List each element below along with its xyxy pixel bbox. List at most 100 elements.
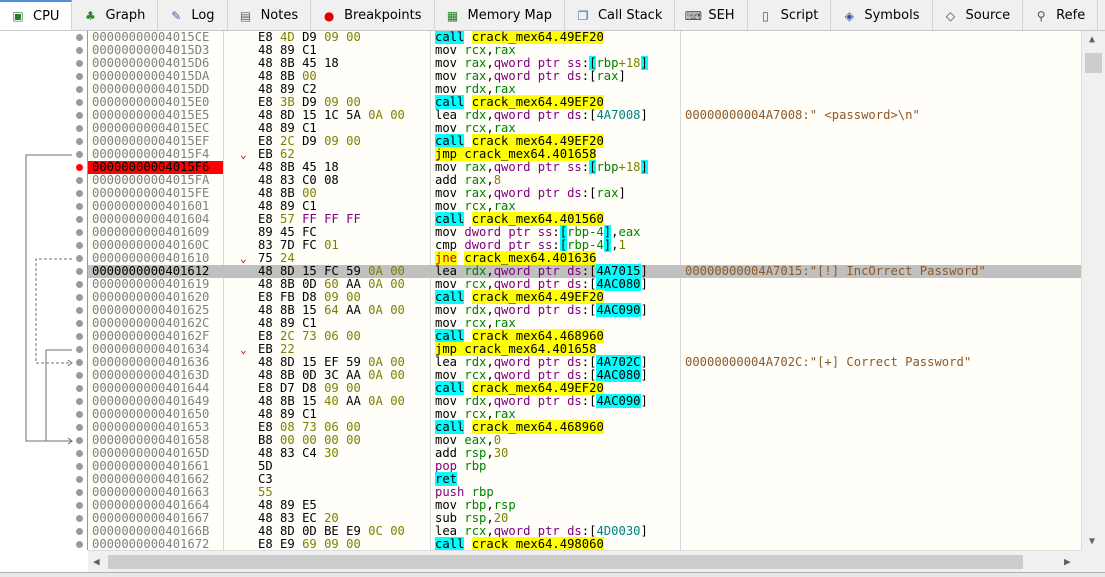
breakpoint-active-icon[interactable] [76,164,83,171]
disassembly-row[interactable]: 0000000000401625 48 8B 15 64 AA 0A 00 mov … [88,303,1081,317]
horizontal-scrollbar[interactable]: ◀ ▶ [88,550,1081,572]
breakpoint-slot-icon[interactable] [76,528,83,535]
tab-refe[interactable]: ⚲ Refe [1023,0,1099,30]
breakpoint-slot-icon[interactable] [76,216,83,223]
breakpoint-slot-icon[interactable] [76,138,83,145]
disassembly-row[interactable]: 00000000004015E5 48 8D 15 1C 5A 0A 00 lea … [88,109,1081,122]
disassembly-row[interactable]: 0000000000401649 48 8B 15 40 AA 0A 00 mov … [88,394,1081,408]
scroll-down-icon[interactable]: ▼ [1089,536,1095,547]
bottom-splitter[interactable] [0,572,1105,577]
breakpoint-slot-icon[interactable] [76,268,83,275]
breakpoint-slot-icon[interactable] [76,489,83,496]
breakpoint-slot-icon[interactable] [76,73,83,80]
tab-graph[interactable]: ♣ Graph [72,0,159,30]
opcode-byte: 8B [280,69,295,83]
breakpoint-slot-icon[interactable] [76,411,83,418]
opcode-byte: 73 [302,329,317,343]
breakpoint-slot-icon[interactable] [76,424,83,431]
jump-arrow-gutter[interactable] [0,31,88,550]
opcode-byte: 0A [368,303,383,317]
breakpoint-slot-icon[interactable] [76,203,83,210]
breakpoint-column[interactable] [74,31,86,550]
breakpoint-slot-icon[interactable] [76,34,83,41]
breakpoint-slot-icon[interactable] [76,385,83,392]
opcode-byte: C4 [302,446,317,460]
breakpoint-slot-icon[interactable] [76,398,83,405]
breakpoint-slot-icon[interactable] [76,307,83,314]
disassembly-row[interactable]: 0000000000401672 E8 E9 69 09 00 call crack… [88,537,1081,550]
tab-call-stack[interactable]: ❐ Call Stack [565,0,676,30]
breakpoint-slot-icon[interactable] [76,281,83,288]
tab-script[interactable]: ▯ Script [748,0,832,30]
horizontal-scroll-thumb[interactable] [108,555,1023,569]
opcode-byte: E8 [258,329,273,343]
breakpoint-slot-icon[interactable] [76,177,83,184]
breakpoint-slot-icon[interactable] [76,60,83,67]
instruction-token: 4AC080 [596,368,641,382]
disassembly-row[interactable]: 00000000004015DA 48 8B 00 mov rax,qword pt… [88,70,1081,83]
vertical-scrollbar[interactable]: ▲ ▼ [1081,31,1105,550]
vertical-scroll-thumb[interactable] [1085,53,1102,73]
opcode-byte: 00 [390,277,405,291]
breakpoint-slot-icon[interactable] [76,112,83,119]
tab-source[interactable]: ◇ Source [933,0,1024,30]
scroll-up-icon[interactable]: ▲ [1089,34,1095,45]
opcode-byte: 00 [346,31,361,44]
tab-cpu[interactable]: ▣ CPU [0,0,73,30]
breakpoint-slot-icon[interactable] [76,346,83,353]
breakpoint-slot-icon[interactable] [76,294,83,301]
breakpoint-slot-icon[interactable] [76,502,83,509]
opcode-byte: C1 [302,43,317,57]
breakpoint-slot-icon[interactable] [76,476,83,483]
breakpoint-slot-icon[interactable] [76,242,83,249]
tab-memory-map[interactable]: ▦ Memory Map [435,0,565,30]
breakpoint-slot-icon[interactable] [76,190,83,197]
disassembly-row[interactable]: 0000000000401664 48 89 E5 mov rbp,rsp [88,499,1081,512]
breakpoint-slot-icon[interactable] [76,229,83,236]
disassembly-row[interactable]: 0000000000401663 55 push rbp [88,486,1081,499]
disassembly-row[interactable]: 0000000000401661 5D pop rbp [88,460,1081,473]
breakpoint-slot-icon[interactable] [76,255,83,262]
breakpoint-slot-icon[interactable] [76,320,83,327]
instruction-token: :[ [581,355,597,369]
scroll-right-icon[interactable]: ▶ [1064,555,1071,568]
tab-breakpoints[interactable]: ● Breakpoints [311,0,435,30]
tab-notes[interactable]: ▤ Notes [228,0,312,30]
breakpoint-slot-icon[interactable] [76,333,83,340]
scroll-left-icon[interactable]: ◀ [93,555,100,568]
opcode-byte: EC [302,511,317,525]
disassembly-row[interactable]: 00000000004015F6 48 8B 45 18 mov rax,qword… [88,160,1081,174]
breakpoint-slot-icon[interactable] [76,541,83,548]
instruction-token: pop [435,459,465,473]
breakpoint-slot-icon[interactable] [76,515,83,522]
tab-log[interactable]: ✎ Log [158,0,228,30]
breakpoint-slot-icon[interactable] [76,99,83,106]
instruction-token: rbp-4 [567,238,604,252]
breakpoint-slot-icon[interactable] [76,463,83,470]
disassembly-view[interactable]: 00000000004015CE E8 4D D9 09 00 call crack… [88,31,1081,550]
opcode-byte: 00 [390,394,405,408]
breakpoint-slot-icon[interactable] [76,86,83,93]
disassembly-row[interactable]: 00000000004015CE E8 4D D9 09 00 call crack… [88,31,1081,44]
breakpoint-slot-icon[interactable] [76,47,83,54]
opcode-byte: 48 [258,160,273,174]
breakpoint-slot-icon[interactable] [76,125,83,132]
disassembly-row[interactable]: 0000000000401658 B8 00 00 00 00 mov eax,0 [88,434,1081,447]
disassembly-row[interactable]: 000000000040165D 48 83 C4 30 add rsp,30 [88,447,1081,460]
opcode-byte: 89 [280,498,295,512]
tab-label: CPU [33,8,60,24]
opcode-byte: C1 [302,121,317,135]
opcode-byte: 15 [302,108,317,122]
breakpoint-slot-icon[interactable] [76,151,83,158]
breakpoint-slot-icon[interactable] [76,437,83,444]
disassembly-row[interactable]: 0000000000401653 E8 08 73 06 00 call crack… [88,420,1081,434]
breakpoint-slot-icon[interactable] [76,359,83,366]
tab-symbols[interactable]: ◈ Symbols [831,0,933,30]
disassembly-row[interactable]: 0000000000401662 C3 ret [88,472,1081,486]
instruction-token: qword ptr [493,69,568,83]
disassembly-row[interactable]: 00000000004015FE 48 8B 00 mov rax,qword pt… [88,187,1081,200]
breakpoint-slot-icon[interactable] [76,372,83,379]
tab-label: Script [780,8,819,23]
breakpoint-slot-icon[interactable] [76,450,83,457]
tab-seh[interactable]: ⌨ SEH [675,0,748,30]
